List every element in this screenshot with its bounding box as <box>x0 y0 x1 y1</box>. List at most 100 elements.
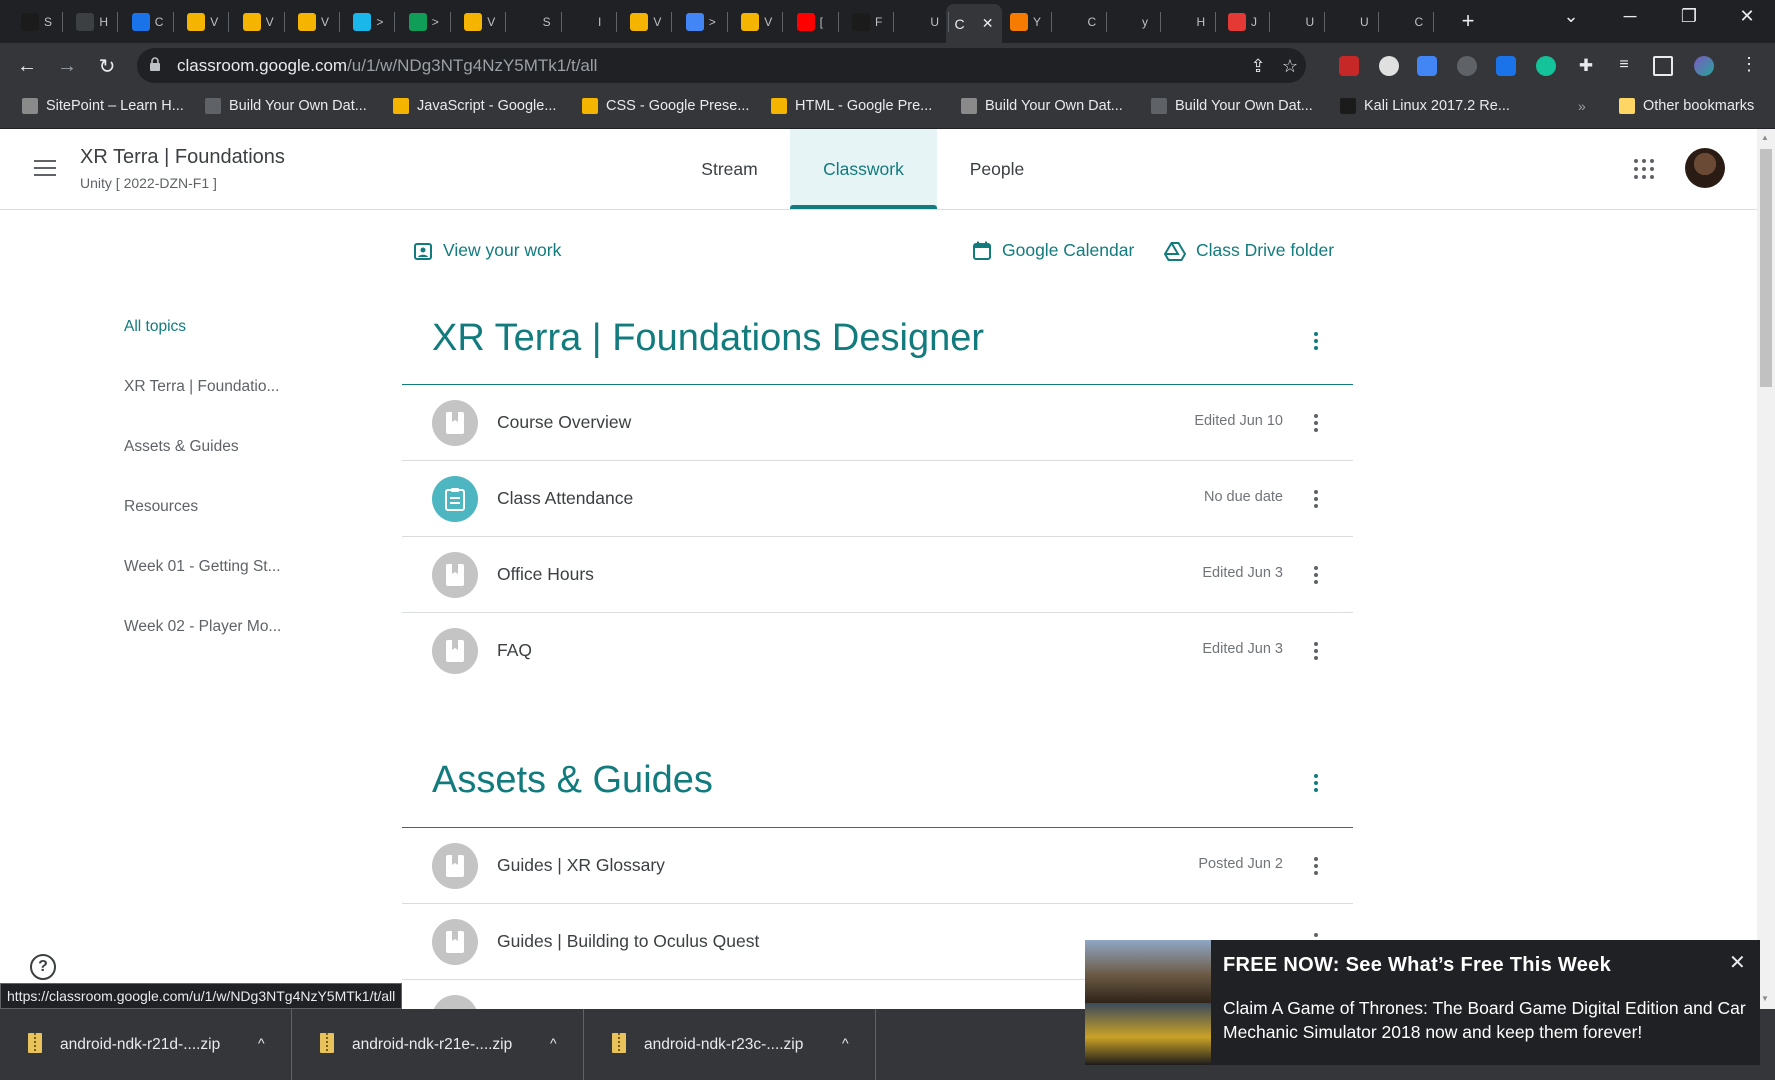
item-more-icon[interactable] <box>1304 487 1328 511</box>
bookmark-item[interactable]: Build Your Own Dat... <box>205 98 367 114</box>
main-menu-button[interactable] <box>28 155 62 183</box>
topic-all[interactable]: All topics <box>124 318 186 336</box>
item-more-icon[interactable] <box>1304 639 1328 663</box>
new-tab-button[interactable]: + <box>1454 8 1482 34</box>
bookmark-item[interactable]: HTML - Google Pre... <box>771 98 932 114</box>
browser-tab[interactable]: V <box>735 6 772 37</box>
tab-search-icon[interactable]: ⌄ <box>1551 6 1591 27</box>
class-drive-folder-link[interactable]: Class Drive folder <box>1164 240 1334 261</box>
browser-tab[interactable]: V <box>624 6 661 37</box>
browser-tab[interactable]: U <box>901 6 939 37</box>
topic-foundations[interactable]: XR Terra | Foundatio... <box>124 378 279 396</box>
bookmark-star-icon[interactable]: ☆ <box>1279 55 1301 77</box>
browser-tab[interactable]: J <box>1222 6 1257 37</box>
restore-button[interactable]: ❐ <box>1669 6 1709 27</box>
bookmark-item[interactable]: Build Your Own Dat... <box>1151 98 1313 114</box>
url-text[interactable]: classroom.google.com/u/1/w/NDg3NTg4NzY5M… <box>177 56 597 76</box>
bookmark-item[interactable]: SitePoint – Learn H... <box>22 98 184 114</box>
chevron-up-icon[interactable]: ^ <box>550 1035 557 1051</box>
extensions-puzzle-icon[interactable]: ✚ <box>1576 56 1596 76</box>
reload-icon[interactable]: ↻ <box>92 51 122 81</box>
side-panel-icon[interactable] <box>1653 56 1673 76</box>
bookmark-item[interactable]: CSS - Google Prese... <box>582 98 749 114</box>
browser-tab[interactable]: S <box>15 6 52 37</box>
other-bookmarks-folder[interactable]: Other bookmarks <box>1619 98 1754 114</box>
browser-tab[interactable]: y <box>1113 6 1148 37</box>
browser-tab[interactable]: > <box>403 6 439 37</box>
classwork-item[interactable]: FAQ Edited Jun 3 <box>402 613 1353 689</box>
browser-tab[interactable]: S <box>514 6 551 37</box>
browser-tab[interactable]: I <box>569 6 601 37</box>
browser-tab[interactable]: H <box>70 6 108 37</box>
promo-notification[interactable]: FREE NOW: See What’s Free This Week Clai… <box>1085 940 1760 1065</box>
item-more-icon[interactable] <box>1304 854 1328 878</box>
topic-week-01[interactable]: Week 01 - Getting St... <box>124 558 281 576</box>
download-item[interactable]: android-ndk-r21d-....zip ^ <box>0 1009 292 1080</box>
browser-tab[interactable]: F <box>846 6 882 37</box>
class-title[interactable]: XR Terra | Foundations <box>80 146 285 169</box>
scroll-down-icon[interactable]: ▼ <box>1761 994 1769 1003</box>
active-tab[interactable]: C ✕ <box>946 4 1002 43</box>
close-tab-icon[interactable]: ✕ <box>982 15 994 32</box>
classwork-item[interactable]: Office Hours Edited Jun 3 <box>402 537 1353 613</box>
scroll-thumb[interactable] <box>1760 149 1772 387</box>
classwork-item[interactable]: Guides | XR Glossary Posted Jun 2 <box>402 828 1353 904</box>
browser-tab[interactable]: > <box>680 6 716 37</box>
chevron-up-icon[interactable]: ^ <box>258 1035 265 1051</box>
google-apps-icon[interactable] <box>1631 156 1657 182</box>
section-title[interactable]: XR Terra | Foundations Designer <box>432 317 984 360</box>
bookmark-item[interactable]: Kali Linux 2017.2 Re... <box>1340 98 1510 114</box>
browser-tab[interactable]: H <box>1168 6 1205 37</box>
account-avatar[interactable] <box>1685 148 1725 188</box>
item-more-icon[interactable] <box>1304 411 1328 435</box>
download-item[interactable]: android-ndk-r23c-....zip ^ <box>584 1009 876 1080</box>
section-more-icon[interactable] <box>1304 329 1328 353</box>
browser-tab[interactable]: U <box>1277 6 1314 37</box>
address-bar[interactable]: classroom.google.com/u/1/w/NDg3NTg4NzY5M… <box>137 48 1306 83</box>
browser-tab[interactable]: V <box>237 6 274 37</box>
browser-tab[interactable]: V <box>458 6 495 37</box>
podcast-extension-icon[interactable] <box>1457 56 1477 76</box>
tab-stream[interactable]: Stream <box>681 129 778 209</box>
google-calendar-link[interactable]: Google Calendar <box>972 240 1134 261</box>
scroll-up-icon[interactable]: ▲ <box>1761 133 1769 142</box>
browser-tab[interactable]: V <box>181 6 218 37</box>
back-icon[interactable]: ← <box>12 51 42 81</box>
share-icon[interactable]: ⇪ <box>1247 55 1269 77</box>
translate-extension-icon[interactable] <box>1417 56 1437 76</box>
bookmark-item[interactable]: JavaScript - Google... <box>393 98 556 114</box>
browser-tab[interactable]: [ <box>791 6 823 37</box>
browser-tab[interactable]: C <box>126 6 163 37</box>
help-icon[interactable]: ? <box>30 954 56 980</box>
browser-menu-icon[interactable]: ⋮ <box>1739 55 1759 76</box>
download-item[interactable]: android-ndk-r21e-....zip ^ <box>292 1009 584 1080</box>
topic-week-02[interactable]: Week 02 - Player Mo... <box>124 618 281 636</box>
grammarly-extension-icon[interactable] <box>1536 56 1556 76</box>
minimize-button[interactable]: ─ <box>1610 6 1650 27</box>
classwork-item[interactable]: Course Overview Edited Jun 10 <box>402 385 1353 461</box>
tab-people[interactable]: People <box>951 129 1043 209</box>
browser-tab[interactable]: Y <box>1004 6 1041 37</box>
bookmark-item[interactable]: Build Your Own Dat... <box>961 98 1123 114</box>
forward-icon[interactable]: → <box>52 51 82 81</box>
acrobat-extension-icon[interactable] <box>1339 56 1359 76</box>
s-extension-icon[interactable] <box>1496 56 1516 76</box>
topic-resources[interactable]: Resources <box>124 498 198 516</box>
topic-assets-guides[interactable]: Assets & Guides <box>124 438 239 456</box>
tab-classwork[interactable]: Classwork <box>790 129 937 209</box>
section-more-icon[interactable] <box>1304 771 1328 795</box>
media-control-icon[interactable]: ≡ <box>1614 56 1634 76</box>
browser-tab[interactable]: V <box>292 6 329 37</box>
browser-tab[interactable]: > <box>347 6 383 37</box>
bookmarks-overflow-button[interactable]: » <box>1578 98 1586 114</box>
classwork-item[interactable]: Class Attendance No due date <box>402 461 1353 537</box>
item-more-icon[interactable] <box>1304 563 1328 587</box>
close-icon[interactable]: ✕ <box>1729 950 1746 975</box>
chevron-up-icon[interactable]: ^ <box>842 1035 849 1051</box>
cube-extension-icon[interactable] <box>1379 56 1399 76</box>
page-scrollbar[interactable]: ▲ ▼ <box>1757 129 1775 1009</box>
section-title[interactable]: Assets & Guides <box>432 759 713 802</box>
browser-tab[interactable]: C <box>1386 6 1423 37</box>
browser-tab[interactable]: U <box>1331 6 1369 37</box>
profile-avatar-icon[interactable] <box>1694 56 1714 76</box>
